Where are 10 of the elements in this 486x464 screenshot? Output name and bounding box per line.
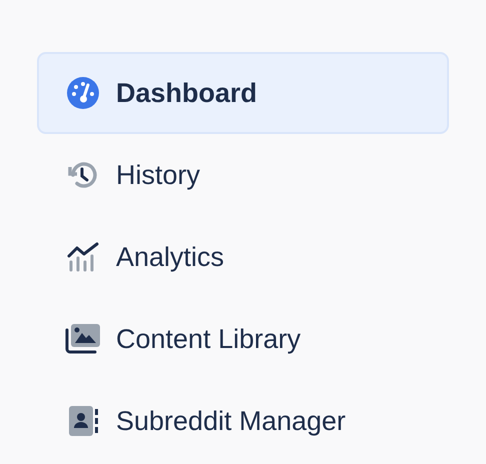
chart-icon — [67, 242, 99, 272]
nav-item[interactable]: Analytics — [37, 216, 449, 298]
history-icon — [67, 159, 99, 191]
gauge-icon — [67, 77, 99, 109]
nav-item[interactable]: History — [37, 134, 449, 216]
contact-icon — [67, 405, 99, 437]
nav-item[interactable]: Subreddit Manager — [37, 380, 449, 462]
nav-item[interactable]: Content Library — [37, 298, 449, 380]
images-icon — [65, 324, 101, 354]
nav-item[interactable]: Dashboard — [37, 52, 449, 134]
